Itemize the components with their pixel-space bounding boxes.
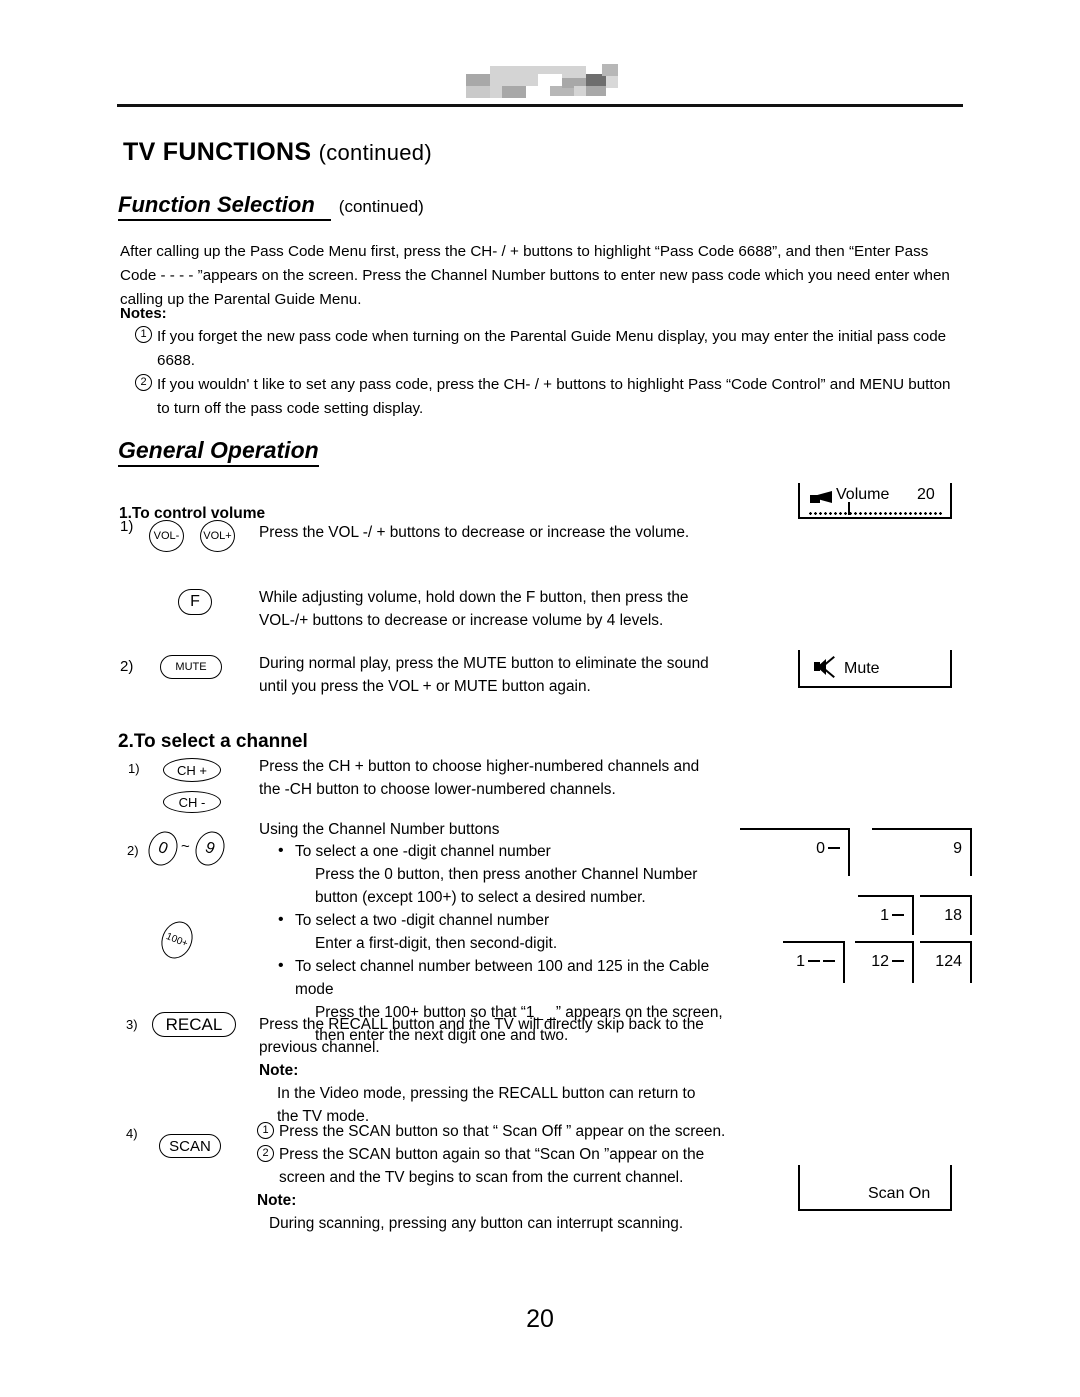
channel-display-box: 0 [740,828,850,876]
scan-item-2: 2 Press the SCAN button again so that “S… [257,1143,727,1189]
bullet-head-2: To select a two -digit channel number [295,912,550,929]
note-marker-1: 1 [135,326,152,343]
volume-step2-text: During normal play, press the MUTE butto… [259,655,709,695]
channel-display-value: 9 [953,840,962,857]
mute-icon [814,655,838,679]
bullet-item: To select a one -digit channel number Pr… [275,839,723,909]
volume-scale-dots [808,512,942,515]
channel-display-box: 1 [858,895,914,935]
scan-button[interactable]: SCAN [159,1134,221,1158]
note-item: 2 If you wouldn' t like to set any pass … [135,373,967,421]
section-heading-function-selection-continued: (continued) [338,197,424,216]
header-divider-rule [117,104,963,107]
channel-display-box: 12 [855,941,914,983]
note-text-1: If you forget the new pass code when tur… [157,328,947,369]
digit-zero-button[interactable]: 0 [143,827,183,870]
channel-step3-block: Press the RECALL button and the TV will … [259,1013,709,1128]
bullet-head-1: To select a one -digit channel number [295,843,551,860]
function-selection-intro-paragraph: After calling up the Pass Code Menu firs… [120,243,950,308]
f-button[interactable]: F [178,589,212,615]
volume-f-text: While adjusting volume, hold down the F … [259,589,689,629]
channel-display-value: 1 [880,907,904,925]
channel-display-box: 1 [783,941,845,983]
step-number-channel-1: 1) [128,761,140,776]
speaker-icon [810,488,836,506]
bullet-body-2: Enter a first-digit, then second-digit. [315,935,558,952]
recall-button[interactable]: RECAL [152,1012,236,1037]
vol-plus-button[interactable]: VOL+ [200,520,235,552]
osd-scan-box: Scan On [798,1165,952,1211]
scan-marker-2: 2 [257,1145,274,1162]
section-heading-function-selection-label: Function Selection [118,192,331,221]
channel-step4-note-label: Note: [257,1192,297,1209]
step-number-volume-1: 1) [120,518,134,535]
channel-step3-note-label: Note: [259,1062,299,1079]
bullet-body-1: Press the 0 button, then press another C… [315,866,698,906]
channel-number-intro: Using the Channel Number buttons [259,821,500,838]
osd-mute-box: Mute [798,650,952,688]
hundred-plus-button[interactable]: 100+ [155,916,199,964]
section-heading-general-operation-label: General Operation [118,437,319,467]
channel-display-box: 124 [920,941,972,983]
digit-range-tilde: ~ [181,838,190,855]
osd-volume-value: 20 [917,486,935,503]
page-title-continued: (continued) [318,140,432,165]
osd-mute-label: Mute [844,660,880,677]
subheading-select-channel: 2.To select a channel [118,731,308,752]
bullet-item: To select a two -digit channel number En… [275,908,723,955]
step-number-volume-2: 2) [120,658,134,675]
scan-text-1: Press the SCAN button so that “ Scan Off… [279,1123,726,1140]
section-heading-function-selection: Function Selection (continued) [118,192,424,221]
channel-display-value: 1 [796,953,835,971]
channel-display-box: 9 [872,828,972,876]
channel-display-value: 12 [871,953,904,971]
note-text-2: If you wouldn' t like to set any pass co… [157,376,951,417]
ch-plus-button[interactable]: CH + [163,758,221,782]
note-item: 1 If you forget the new pass code when t… [135,325,965,373]
osd-volume-label: Volume [836,486,890,503]
subheading-control-volume: 1.To control volume [119,505,266,522]
ch-minus-button[interactable]: CH - [163,791,221,813]
step-number-channel-3: 3) [126,1017,138,1032]
scan-item-1: 1 Press the SCAN button so that “ Scan O… [257,1120,727,1143]
vol-minus-button[interactable]: VOL- [149,520,184,552]
channel-display-value: 124 [935,953,962,970]
page-number: 20 [526,1305,554,1333]
page-title: TV FUNCTIONS (continued) [123,138,432,167]
osd-scan-label: Scan On [868,1185,931,1202]
notes-label: Notes: [120,305,167,322]
channel-step4-block: 1 Press the SCAN button so that “ Scan O… [257,1120,727,1235]
osd-volume-box: Volume 20 [798,483,952,519]
section-heading-general-operation: General Operation [118,437,319,467]
bullet-head-3: To select channel number between 100 and… [295,958,710,998]
brand-logo-redacted [466,62,618,98]
scan-marker-1: 1 [257,1122,274,1139]
channel-step4-note-text: During scanning, pressing any button can… [269,1215,684,1232]
channel-display-value: 0 [816,840,840,858]
digit-nine-button[interactable]: 9 [190,827,230,870]
channel-step1-text: Press the CH + button to choose higher-n… [259,758,700,798]
step-number-channel-4: 4) [126,1126,138,1141]
channel-step3-text: Press the RECALL button and the TV will … [259,1016,704,1056]
mute-button[interactable]: MUTE [160,655,222,679]
volume-step1-text: Press the VOL -/ + buttons to decrease o… [259,524,690,541]
document-page: TV FUNCTIONS (continued) Function Select… [0,0,1080,1397]
step-number-channel-2: 2) [127,843,139,858]
scan-text-2: Press the SCAN button again so that “Sca… [279,1146,705,1186]
page-title-main: TV FUNCTIONS [123,138,312,166]
channel-display-value: 18 [944,907,962,924]
channel-display-box: 18 [920,895,972,935]
note-marker-2: 2 [135,374,152,391]
